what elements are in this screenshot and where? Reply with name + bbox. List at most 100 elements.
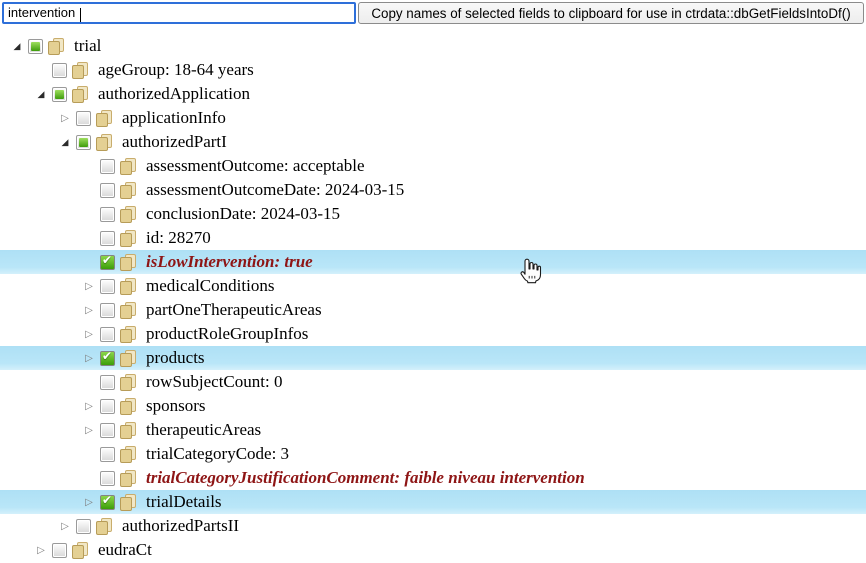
checkbox-partial-icon[interactable] — [28, 39, 43, 54]
tree-node-row[interactable]: ◢ authorizedPartI — [0, 130, 866, 154]
tree-node-row[interactable]: ◢ authorizedApplication — [0, 82, 866, 106]
expand-arrow-icon[interactable]: ▷ — [85, 401, 93, 412]
node-label[interactable]: rowSubjectCount: 0 — [146, 372, 282, 392]
checkbox-unchecked-icon[interactable] — [100, 183, 115, 198]
node-label[interactable]: trialCategoryJustificationComment: faibl… — [146, 468, 585, 488]
checkbox-unchecked-icon[interactable] — [76, 519, 91, 534]
node-label[interactable]: ageGroup: 18-64 years — [98, 60, 254, 80]
expand-arrow-icon[interactable]: ▷ — [85, 353, 93, 364]
checkbox-unchecked-icon[interactable] — [52, 543, 67, 558]
collapse-arrow-icon[interactable]: ◢ — [14, 41, 21, 51]
indent-spacer — [0, 166, 78, 167]
tree-node-row[interactable]: ageGroup: 18-64 years — [0, 58, 866, 82]
collapse-arrow-icon[interactable]: ◢ — [38, 89, 45, 99]
tree-node-row[interactable]: ▷ therapeuticAreas — [0, 418, 866, 442]
checkbox-unchecked-icon[interactable] — [100, 207, 115, 222]
collapse-arrow-icon[interactable]: ◢ — [62, 137, 69, 147]
checkbox-partial-icon[interactable] — [76, 135, 91, 150]
checkbox-unchecked-icon[interactable] — [100, 279, 115, 294]
node-label[interactable]: isLowIntervention: true — [146, 252, 313, 272]
expander-cell: ▷ — [30, 538, 52, 563]
checkbox-unchecked-icon[interactable] — [52, 63, 67, 78]
node-label[interactable]: applicationInfo — [122, 108, 226, 128]
node-label[interactable]: trial — [74, 36, 101, 56]
tree-node-row[interactable]: ▷ trialDetails — [0, 490, 866, 514]
tree-node-row[interactable]: id: 28270 — [0, 226, 866, 250]
checkbox-unchecked-icon[interactable] — [100, 375, 115, 390]
expand-arrow-icon[interactable]: ▷ — [85, 281, 93, 292]
indent-spacer — [0, 478, 78, 479]
node-label[interactable]: partOneTherapeuticAreas — [146, 300, 322, 320]
expander-cell: ▷ — [78, 274, 100, 299]
tree-node-row[interactable]: ▷ sponsors — [0, 394, 866, 418]
indent-spacer — [0, 190, 78, 191]
node-label[interactable]: eudraCt — [98, 540, 152, 560]
search-input-value: intervention — [8, 5, 75, 20]
checkbox-unchecked-icon[interactable] — [100, 231, 115, 246]
checkbox-cell — [100, 495, 120, 510]
checkbox-unchecked-icon[interactable] — [100, 471, 115, 486]
checkbox-unchecked-icon[interactable] — [100, 447, 115, 462]
expand-arrow-icon[interactable]: ▷ — [61, 521, 69, 532]
node-label[interactable]: conclusionDate: 2024-03-15 — [146, 204, 340, 224]
checkbox-unchecked-icon[interactable] — [100, 399, 115, 414]
folder-icon — [96, 134, 112, 151]
checkbox-unchecked-icon[interactable] — [100, 159, 115, 174]
folder-icon — [120, 326, 136, 343]
search-input[interactable]: intervention — [2, 2, 356, 24]
node-label[interactable]: authorizedPartI — [122, 132, 227, 152]
expand-arrow-icon[interactable]: ▷ — [85, 497, 93, 508]
expand-arrow-icon[interactable]: ▷ — [85, 425, 93, 436]
checkbox-unchecked-icon[interactable] — [76, 111, 91, 126]
tree-node-row[interactable]: ▷ productRoleGroupInfos — [0, 322, 866, 346]
tree-node-row[interactable]: assessmentOutcomeDate: 2024-03-15 — [0, 178, 866, 202]
expand-arrow-icon[interactable]: ▷ — [37, 545, 45, 556]
tree-node-row[interactable]: conclusionDate: 2024-03-15 — [0, 202, 866, 226]
checkbox-unchecked-icon[interactable] — [100, 327, 115, 342]
folder-cell — [48, 38, 72, 55]
node-label[interactable]: authorizedPartsII — [122, 516, 239, 536]
indent-spacer — [0, 550, 30, 551]
tree-node-row[interactable]: rowSubjectCount: 0 — [0, 370, 866, 394]
checkbox-partial-icon[interactable] — [52, 87, 67, 102]
checkbox-unchecked-icon[interactable] — [100, 303, 115, 318]
node-label[interactable]: id: 28270 — [146, 228, 211, 248]
node-label[interactable]: assessmentOutcome: acceptable — [146, 156, 365, 176]
checkbox-unchecked-icon[interactable] — [100, 423, 115, 438]
tree-node-row[interactable]: trialCategoryJustificationComment: faibl… — [0, 466, 866, 490]
copy-fields-button[interactable]: Copy names of selected fields to clipboa… — [358, 2, 864, 24]
checkbox-cell — [100, 447, 120, 462]
indent-spacer — [0, 382, 78, 383]
checkbox-checked-icon[interactable] — [100, 255, 115, 270]
checkbox-checked-icon[interactable] — [100, 351, 115, 366]
node-label[interactable]: productRoleGroupInfos — [146, 324, 308, 344]
node-label[interactable]: assessmentOutcomeDate: 2024-03-15 — [146, 180, 404, 200]
tree-node-row[interactable]: ▷ medicalConditions — [0, 274, 866, 298]
expand-arrow-icon[interactable]: ▷ — [85, 329, 93, 340]
folder-icon — [120, 182, 136, 199]
tree-node-row[interactable]: isLowIntervention: true — [0, 250, 866, 274]
node-label[interactable]: therapeuticAreas — [146, 420, 261, 440]
tree-node-row[interactable]: assessmentOutcome: acceptable — [0, 154, 866, 178]
folder-cell — [120, 206, 144, 223]
expand-arrow-icon[interactable]: ▷ — [61, 113, 69, 124]
node-label[interactable]: sponsors — [146, 396, 206, 416]
node-label[interactable]: trialDetails — [146, 492, 222, 512]
checkbox-checked-icon[interactable] — [100, 495, 115, 510]
node-label[interactable]: products — [146, 348, 205, 368]
node-label[interactable]: medicalConditions — [146, 276, 274, 296]
indent-spacer — [0, 70, 30, 71]
expand-arrow-icon[interactable]: ▷ — [85, 305, 93, 316]
tree-node-row[interactable]: ◢ trial — [0, 34, 866, 58]
node-label[interactable]: trialCategoryCode: 3 — [146, 444, 289, 464]
tree-node-row[interactable]: trialCategoryCode: 3 — [0, 442, 866, 466]
tree-node-row[interactable]: ▷ products — [0, 346, 866, 370]
tree-node-row[interactable]: ▷ eudraCt — [0, 538, 866, 562]
folder-cell — [120, 350, 144, 367]
node-label[interactable]: authorizedApplication — [98, 84, 250, 104]
tree-node-row[interactable]: ▷ applicationInfo — [0, 106, 866, 130]
folder-cell — [120, 446, 144, 463]
tree-node-row[interactable]: ▷ partOneTherapeuticAreas — [0, 298, 866, 322]
tree-node-row[interactable]: ▷ authorizedPartsII — [0, 514, 866, 538]
indent-spacer — [0, 94, 30, 95]
